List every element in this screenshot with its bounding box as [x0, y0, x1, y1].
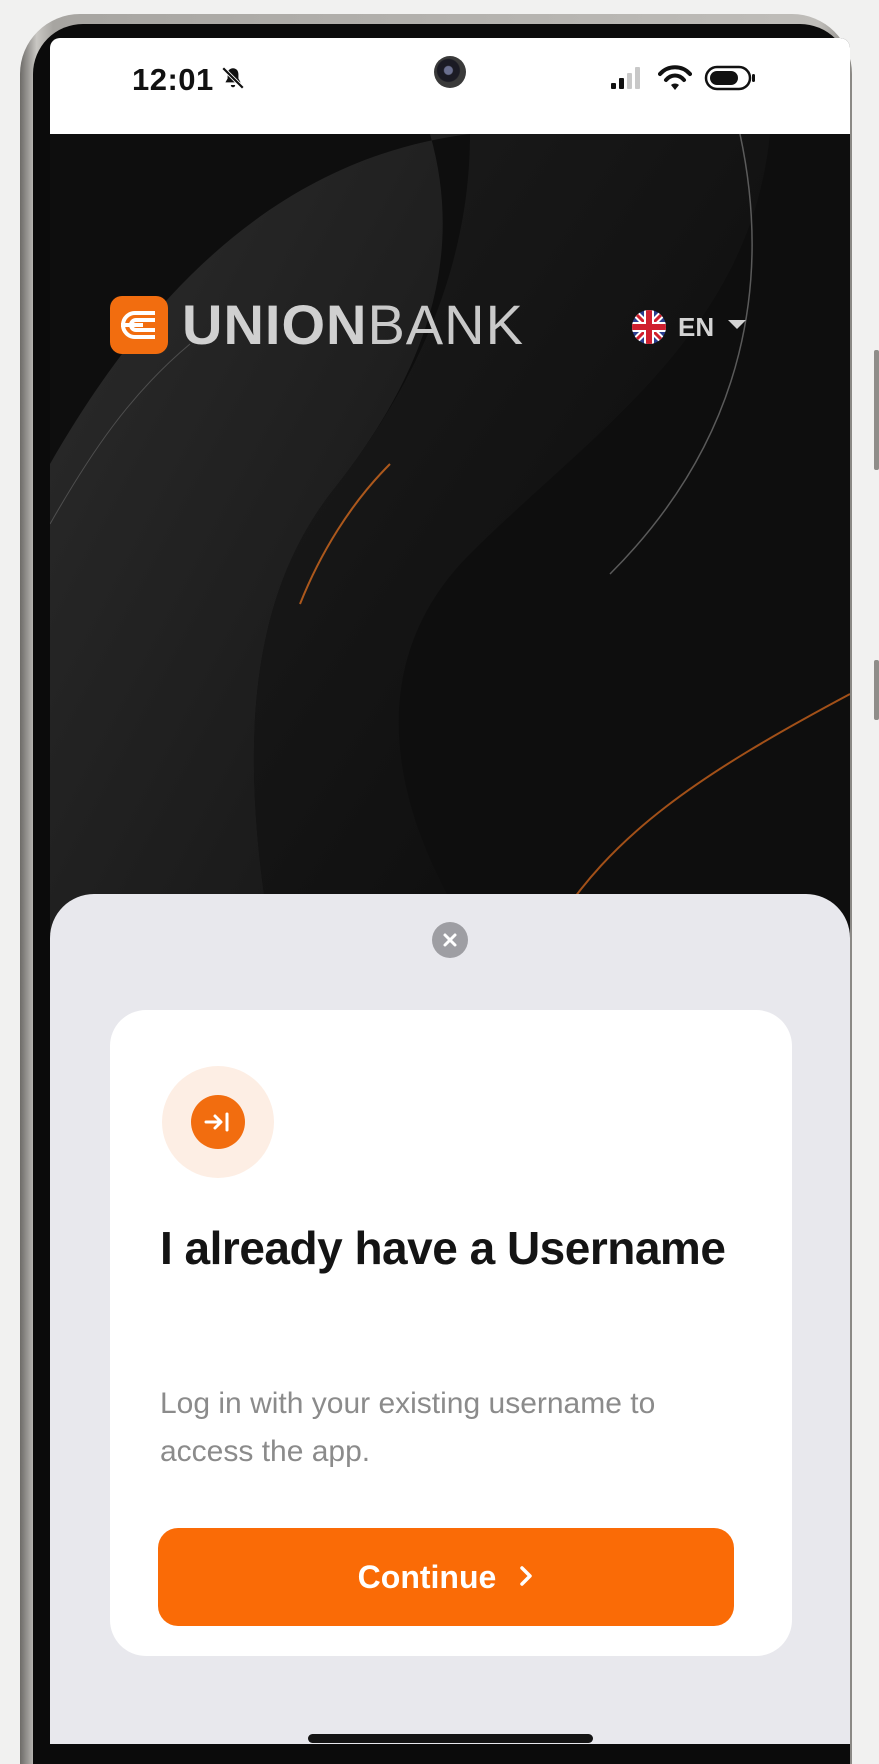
- status-time: 12:01: [132, 62, 214, 97]
- brand-light: BANK: [367, 293, 524, 356]
- signal-icon: [610, 65, 646, 96]
- continue-button-label: Continue: [357, 1558, 497, 1595]
- time-group: 12:01: [132, 62, 246, 98]
- chevron-right-icon: [518, 1559, 534, 1596]
- language-selector[interactable]: EN: [632, 310, 748, 344]
- unionbank-logo-icon: [110, 296, 168, 354]
- card-description: Log in with your existing username to ac…: [160, 1387, 656, 1468]
- brand-wordmark: UNIONBANK: [182, 297, 524, 353]
- hero-swoosh-graphic: [50, 134, 850, 934]
- wifi-icon: [658, 64, 692, 97]
- brand-logo: UNIONBANK: [110, 296, 524, 354]
- login-arrow-icon: [191, 1095, 245, 1149]
- status-bar: 12:01: [50, 38, 850, 134]
- close-icon[interactable]: [432, 922, 468, 958]
- volume-button: [874, 350, 879, 470]
- hero-background: UNIONBANK EN: [50, 134, 850, 934]
- card-title: I already have a Username: [160, 1222, 726, 1274]
- language-code: EN: [678, 311, 715, 342]
- front-camera: [434, 56, 466, 88]
- battery-icon: [704, 64, 758, 97]
- home-indicator[interactable]: [308, 1734, 593, 1743]
- power-button: [874, 660, 879, 720]
- caret-down-icon: [726, 318, 748, 337]
- continue-button[interactable]: Continue: [158, 1528, 734, 1626]
- login-option-card: I already have a Username Log in with yo…: [110, 1010, 792, 1656]
- uk-flag-icon: [632, 310, 666, 344]
- brand-bold: UNION: [182, 293, 368, 356]
- card-icon-background: [162, 1066, 274, 1178]
- screen: 12:01 UNIONBANK EN I already have a User…: [50, 38, 850, 1744]
- bottom-sheet: I already have a Username Log in with yo…: [50, 894, 850, 1744]
- status-icons: [610, 64, 758, 97]
- bell-slash-icon: [220, 65, 246, 96]
